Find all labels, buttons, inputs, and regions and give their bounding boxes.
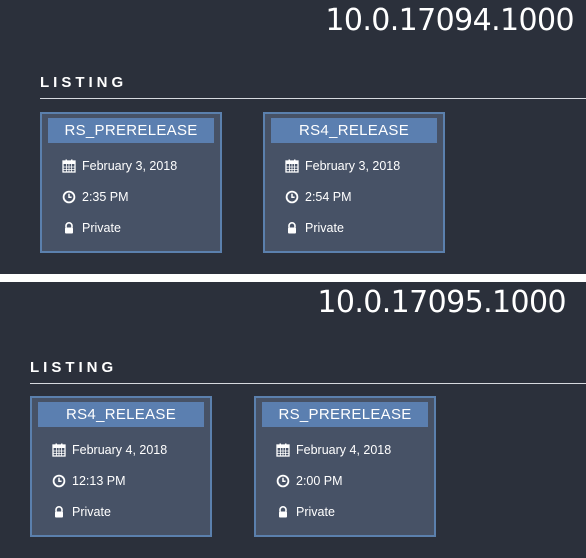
build-card[interactable]: RS_PRERELEASE February 3, 2018 2:35 PM P… xyxy=(40,112,222,253)
calendar-icon xyxy=(285,159,299,173)
lock-icon xyxy=(279,506,287,518)
card-time: 2:00 PM xyxy=(296,474,343,488)
card-time-row: 2:00 PM xyxy=(276,472,343,490)
listing-heading: LISTING xyxy=(40,74,128,91)
card-visibility: Private xyxy=(305,221,344,235)
clock-icon xyxy=(52,474,66,488)
listing-heading: LISTING xyxy=(30,359,118,376)
calendar-icon xyxy=(62,159,76,173)
lock-icon xyxy=(55,506,63,518)
clock-icon xyxy=(276,474,290,488)
card-title: RS_PRERELEASE xyxy=(262,402,428,427)
card-time-row: 12:13 PM xyxy=(52,472,126,490)
card-date-row: February 3, 2018 xyxy=(285,157,400,175)
card-visibility: Private xyxy=(72,505,111,519)
card-title: RS4_RELEASE xyxy=(271,118,437,143)
card-title: RS4_RELEASE xyxy=(38,402,204,427)
card-date-row: February 3, 2018 xyxy=(62,157,177,175)
clock-icon xyxy=(285,190,299,204)
card-visibility-row: Private xyxy=(276,503,335,521)
build-panel-1: 10.0.17094.1000 LISTING RS_PRERELEASE Fe… xyxy=(0,0,586,274)
clock-icon xyxy=(62,190,76,204)
card-date: February 4, 2018 xyxy=(72,443,168,457)
card-visibility-row: Private xyxy=(62,219,121,237)
build-card[interactable]: RS_PRERELEASE February 4, 2018 2:00 PM P… xyxy=(254,396,436,537)
card-date: February 3, 2018 xyxy=(305,159,401,173)
card-title: RS_PRERELEASE xyxy=(48,118,214,143)
card-time-row: 2:35 PM xyxy=(62,188,129,206)
card-visibility-row: Private xyxy=(285,219,344,237)
card-visibility: Private xyxy=(82,221,121,235)
build-card[interactable]: RS4_RELEASE February 4, 2018 12:13 PM Pr… xyxy=(30,396,212,537)
build-card[interactable]: RS4_RELEASE February 3, 2018 2:54 PM Pri… xyxy=(263,112,445,253)
card-time: 12:13 PM xyxy=(72,474,126,488)
card-date-row: February 4, 2018 xyxy=(52,441,167,459)
card-time-row: 2:54 PM xyxy=(285,188,352,206)
listing-divider xyxy=(30,383,586,384)
lock-icon xyxy=(65,222,73,234)
card-time: 2:35 PM xyxy=(82,190,129,204)
calendar-icon xyxy=(276,443,290,457)
build-version: 10.0.17095.1000 xyxy=(317,285,566,320)
calendar-icon xyxy=(52,443,66,457)
lock-icon xyxy=(288,222,296,234)
build-panel-2: 10.0.17095.1000 LISTING RS4_RELEASE Febr… xyxy=(0,282,586,558)
listing-divider xyxy=(40,98,586,99)
card-visibility-row: Private xyxy=(52,503,111,521)
card-date: February 3, 2018 xyxy=(82,159,178,173)
card-date-row: February 4, 2018 xyxy=(276,441,391,459)
build-version: 10.0.17094.1000 xyxy=(325,3,574,38)
card-visibility: Private xyxy=(296,505,335,519)
card-time: 2:54 PM xyxy=(305,190,352,204)
card-date: February 4, 2018 xyxy=(296,443,392,457)
